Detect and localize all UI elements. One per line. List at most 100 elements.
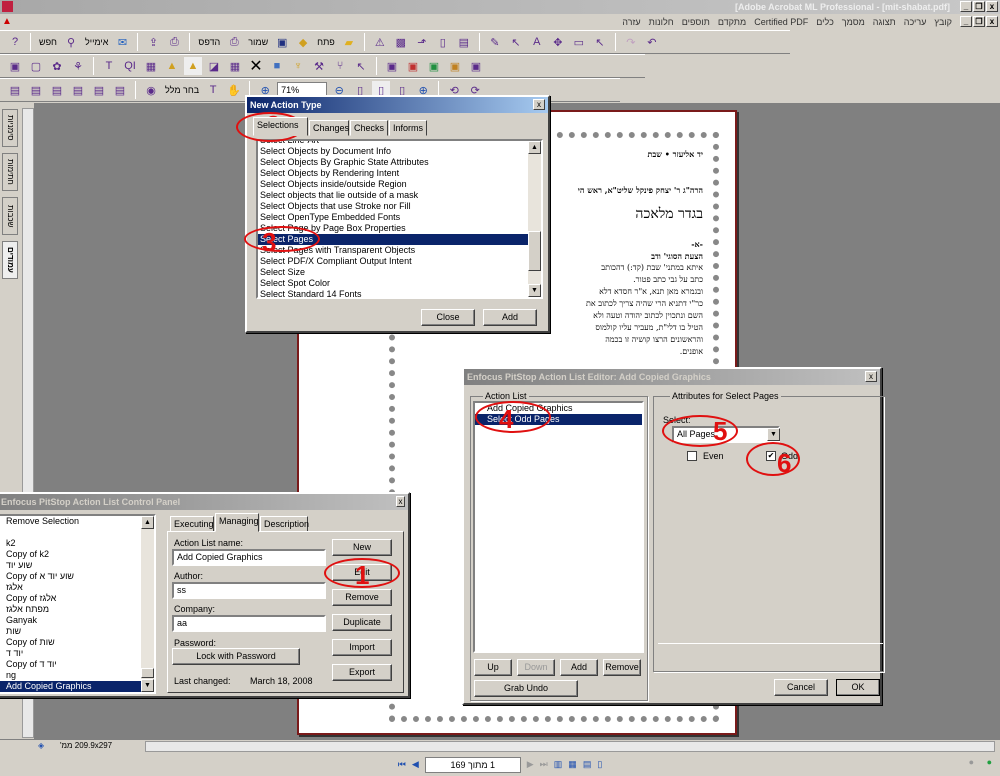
select-text-button[interactable]: בחר מלל — [163, 85, 201, 95]
pitstop-inspect-icon[interactable]: ⚘ — [69, 57, 87, 75]
list-scrollbar[interactable]: ▲ ▼ — [528, 141, 541, 297]
page-tool-3-icon[interactable]: ▤ — [48, 81, 66, 99]
next-page-icon[interactable]: ▶ — [527, 759, 534, 770]
action-type-item[interactable]: Select Objects By Graphic State Attribut… — [258, 157, 541, 168]
export-button[interactable]: Export — [332, 664, 392, 681]
action-list-item[interactable]: ng — [0, 670, 154, 681]
action-type-item[interactable]: Select Spot Color — [258, 278, 541, 289]
tab-pages[interactable]: עמודים — [2, 241, 18, 279]
back-view-icon[interactable]: ● — [969, 757, 974, 767]
menu-item[interactable]: חלונות — [649, 14, 674, 30]
action-list-item[interactable]: מפתח אלגז — [0, 604, 154, 615]
tab-bookmarks[interactable]: סימניות — [2, 109, 18, 147]
pitstop-color-icon[interactable]: ✿ — [48, 57, 66, 75]
action-list-item[interactable]: k2 — [0, 538, 154, 549]
action-list-item[interactable]: אלגז — [0, 582, 154, 593]
action-list-item[interactable]: Add Copied Graphics — [0, 681, 154, 692]
folder-icon[interactable]: ▰ — [340, 33, 358, 51]
select-arrow-icon[interactable]: ↖ — [591, 33, 609, 51]
close-button[interactable]: x — [986, 1, 998, 12]
doc-minimize-button[interactable]: _ — [960, 16, 972, 27]
action-icon-1[interactable]: ▣ — [383, 57, 401, 75]
action-icon-2[interactable]: ▣ — [404, 57, 422, 75]
add-button[interactable]: Add — [560, 659, 598, 676]
form-icon[interactable]: ▤ — [455, 33, 473, 51]
action-type-list[interactable]: Select Line-Art Select Objects by Documen… — [256, 139, 543, 299]
company-input[interactable]: aa — [172, 615, 326, 632]
action-icon-3[interactable]: ▣ — [425, 57, 443, 75]
link-icon[interactable]: ⑂ — [331, 57, 349, 75]
close-dialog-button[interactable]: x — [396, 496, 405, 507]
page-tool-2-icon[interactable]: ▤ — [27, 81, 45, 99]
text-select-icon[interactable]: T — [204, 81, 222, 99]
triangle-icon[interactable]: ▲ — [163, 57, 181, 75]
action-type-item[interactable]: Select Objects by Document Info — [258, 146, 541, 157]
undo-icon[interactable]: ↶ — [643, 33, 661, 51]
printer-icon[interactable]: ⎙ — [225, 33, 243, 51]
page-tool-4-icon[interactable]: ▤ — [69, 81, 87, 99]
list-item-selected[interactable]: Select Odd Pages — [475, 414, 642, 425]
page-number-field[interactable]: 1 מתוך 169 — [424, 756, 521, 773]
single-cont-icon[interactable]: ▤ — [583, 759, 592, 770]
chevron-down-icon[interactable]: ▼ — [767, 428, 780, 441]
lock-with-password-button[interactable]: Lock with Password — [172, 648, 300, 665]
shape-icon[interactable]: ◪ — [205, 57, 223, 75]
hand-icon[interactable]: ✋ — [225, 81, 243, 99]
page-arrow-icon[interactable]: ⬏ — [413, 33, 431, 51]
prev-page-icon[interactable]: ◀ — [412, 759, 419, 770]
checker-icon[interactable]: ▩ — [392, 33, 410, 51]
close-dialog-button[interactable]: x — [533, 99, 545, 110]
duplicate-button[interactable]: Duplicate — [332, 614, 392, 631]
save-button[interactable]: שמור — [246, 37, 270, 47]
text-edit-icon[interactable]: T — [100, 57, 118, 75]
action-icon-5[interactable]: ▣ — [467, 57, 485, 75]
snapshot-icon[interactable]: ◉ — [142, 81, 160, 99]
triangle-select-icon[interactable]: ▲ — [184, 57, 202, 75]
action-type-item[interactable]: Select Page by Page Box Properties — [258, 223, 541, 234]
text-tool-icon[interactable]: A — [528, 33, 546, 51]
warning-icon[interactable]: ⚠ — [371, 33, 389, 51]
menu-item[interactable]: עריכה — [904, 14, 927, 30]
restore-button[interactable]: ❐ — [973, 1, 985, 12]
print-button[interactable]: הדפס — [196, 37, 222, 47]
last-page-icon[interactable]: ⏭ — [540, 759, 548, 770]
forward-view-icon[interactable]: ● — [987, 757, 992, 767]
menu-item[interactable]: כלים — [816, 14, 834, 30]
add-button[interactable]: Add — [483, 309, 537, 326]
tab-managing[interactable]: Managing — [215, 513, 259, 532]
two-up-icon[interactable]: ▥ — [554, 759, 563, 770]
action-type-item[interactable]: Select Objects by Rendering Intent — [258, 168, 541, 179]
action-type-item[interactable]: Select PDF/X Compliant Output Intent — [258, 256, 541, 267]
create-pdf-icon[interactable]: ◆ — [294, 33, 312, 51]
path-tool-icon[interactable]: ↖ — [507, 33, 525, 51]
even-checkbox[interactable] — [687, 451, 697, 461]
action-list-item[interactable] — [0, 527, 154, 538]
action-lists-list[interactable]: Remove Selection k2 Copy of k2 שוע יוד Copy … — [0, 514, 156, 694]
edit-button[interactable]: Edit — [332, 564, 392, 581]
close-dialog-button[interactable]: x — [865, 371, 877, 382]
action-type-item[interactable]: Select objects that lie outside of a mas… — [258, 190, 541, 201]
tab-description[interactable]: Description — [260, 516, 309, 532]
page-tool-5-icon[interactable]: ▤ — [90, 81, 108, 99]
action-list-item[interactable]: Copy of שוע יוד א — [0, 571, 154, 582]
horizontal-scrollbar[interactable] — [145, 741, 995, 752]
tab-selections[interactable]: Selections — [253, 117, 308, 136]
action-list-name-input[interactable]: Add Copied Graphics — [172, 549, 326, 566]
rect-icon[interactable]: ■ — [268, 57, 286, 75]
film-icon[interactable]: ▦ — [142, 57, 160, 75]
actions-list[interactable]: Add Copied Graphics Select Odd Pages — [473, 401, 644, 653]
single-page-icon[interactable]: ▯ — [597, 759, 602, 770]
pitstop-panel-icon[interactable]: ▣ — [6, 57, 24, 75]
remove-button[interactable]: Remove — [603, 659, 641, 676]
action-list-item[interactable]: שות — [0, 626, 154, 637]
first-page-icon[interactable]: ⏮ — [398, 759, 406, 770]
import-button[interactable]: Import — [332, 639, 392, 656]
down-button[interactable]: Down — [517, 659, 555, 676]
menu-item[interactable]: עזרה — [622, 14, 640, 30]
close-button[interactable]: Close — [421, 309, 475, 326]
fax-icon[interactable]: ⎙ — [165, 33, 183, 51]
grid-icon[interactable]: ▦ — [226, 57, 244, 75]
new-button[interactable]: New — [332, 539, 392, 556]
action-list-item[interactable]: יוד ד — [0, 648, 154, 659]
email-icon[interactable]: ✉ — [113, 33, 131, 51]
